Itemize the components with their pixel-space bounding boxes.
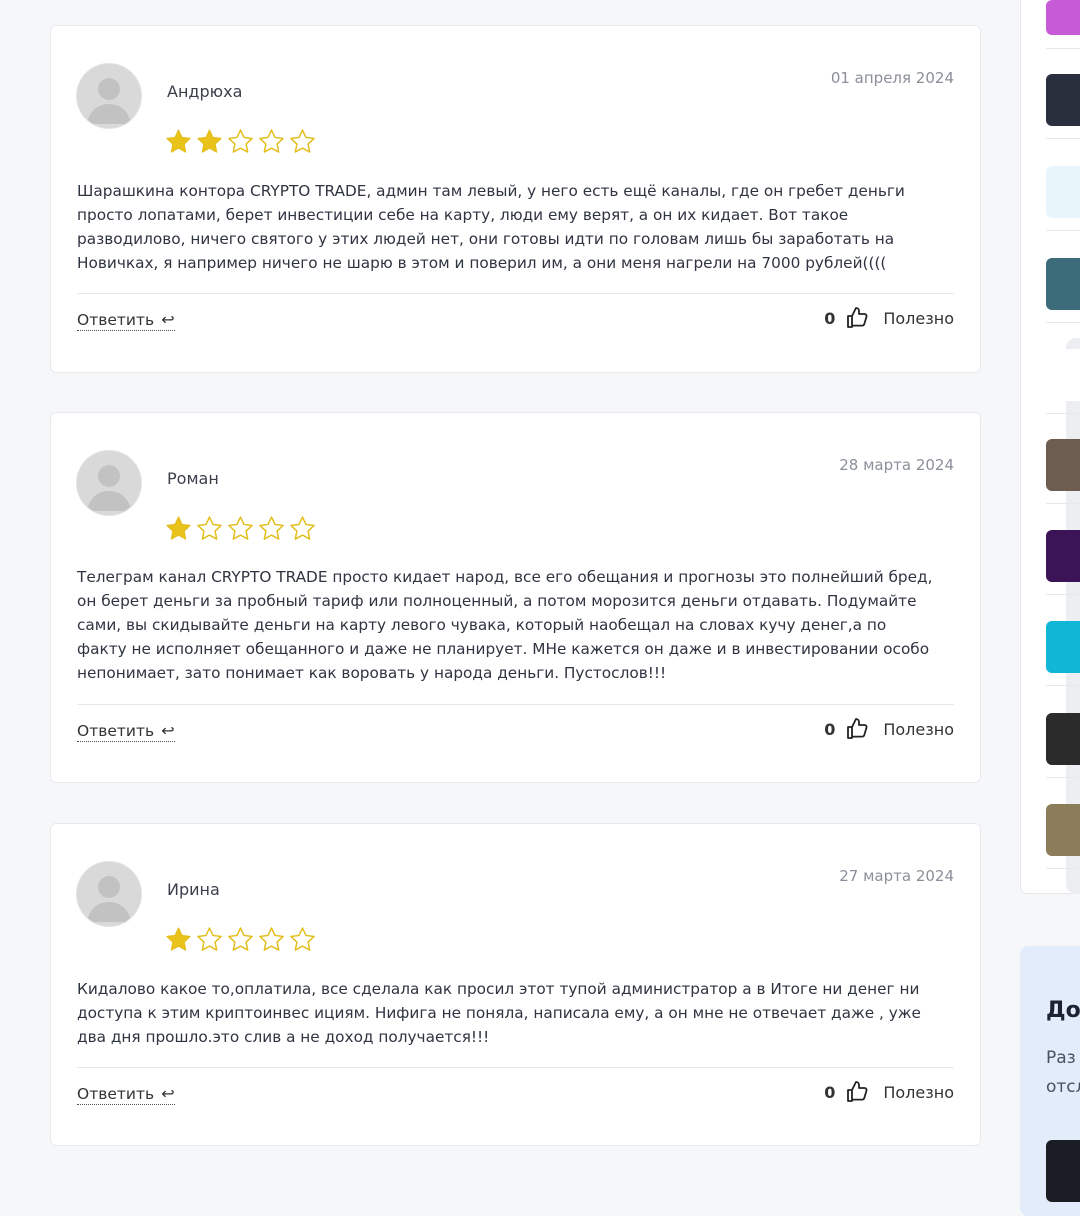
sidebar-divider bbox=[1046, 503, 1080, 504]
reply-button[interactable]: Ответить ↩ bbox=[77, 310, 175, 331]
reply-label: Ответить bbox=[77, 311, 155, 329]
reply-button[interactable]: Ответить ↩ bbox=[77, 1084, 175, 1105]
sidebar-item-channel-thumb-1[interactable] bbox=[1046, 0, 1080, 35]
sidebar-divider bbox=[1046, 230, 1080, 231]
promo-text: Раз отсл bbox=[1046, 1044, 1080, 1102]
sidebar-divider bbox=[1046, 48, 1080, 49]
sidebar-divider bbox=[1046, 685, 1080, 686]
useful-vote: 0 Полезно bbox=[824, 1080, 954, 1104]
promo-button[interactable] bbox=[1046, 1140, 1080, 1202]
reply-arrow-icon: ↩ bbox=[156, 721, 175, 740]
sidebar-item-channel-thumb-6[interactable] bbox=[1046, 439, 1080, 491]
star-filled-icon bbox=[166, 927, 191, 951]
star-outline-icon bbox=[197, 516, 222, 540]
useful-count: 0 bbox=[824, 1082, 836, 1102]
sidebar-divider bbox=[1046, 138, 1080, 139]
avatar bbox=[77, 862, 141, 926]
sidebar-item-channel-thumb-3[interactable] bbox=[1046, 166, 1080, 218]
sidebar-item-channel-thumb-4[interactable] bbox=[1046, 258, 1080, 310]
review-text: Кидалово какое то,оплатила, все сделала … bbox=[77, 980, 921, 1046]
reply-arrow-icon: ↩ bbox=[156, 1084, 175, 1103]
sidebar-item-channel-thumb-7[interactable] bbox=[1046, 530, 1080, 582]
sidebar-divider bbox=[1046, 868, 1080, 869]
review-card: Роман 28 марта 2024 Телеграм канал CRYPT… bbox=[50, 412, 981, 783]
rating-stars bbox=[165, 515, 316, 542]
review-author: Андрюха bbox=[167, 82, 243, 101]
star-outline-icon bbox=[228, 927, 253, 951]
avatar bbox=[77, 451, 141, 515]
promo-title: До bbox=[1046, 998, 1080, 1023]
sidebar-item-channel-thumb-9[interactable] bbox=[1046, 713, 1080, 765]
reply-label: Ответить bbox=[77, 722, 155, 740]
user-placeholder-icon bbox=[77, 64, 141, 128]
review-text: Телеграм канал CRYPTO TRADE просто кидае… bbox=[77, 568, 933, 682]
reply-arrow-icon: ↩ bbox=[156, 310, 175, 329]
star-outline-icon bbox=[259, 927, 284, 951]
rating-stars bbox=[165, 128, 316, 155]
user-placeholder-icon bbox=[77, 451, 141, 515]
review-author: Ирина bbox=[167, 880, 220, 899]
review-text: Шарашкина контора CRYPTO TRADE, админ та… bbox=[77, 182, 905, 272]
avatar bbox=[77, 64, 141, 128]
star-filled-icon bbox=[166, 516, 191, 540]
review-author: Роман bbox=[167, 469, 219, 488]
useful-vote: 0 Полезно bbox=[824, 306, 954, 330]
review-card: Ирина 27 марта 2024 Кидалово какое то,оп… bbox=[50, 823, 981, 1146]
star-outline-icon bbox=[290, 129, 315, 153]
sidebar-divider bbox=[1046, 594, 1080, 595]
thumbs-up-icon[interactable] bbox=[845, 717, 869, 741]
thumbs-up-icon[interactable] bbox=[845, 306, 869, 330]
review-date: 27 марта 2024 bbox=[839, 867, 954, 885]
promo-block: До Раз отсл bbox=[1020, 946, 1080, 1216]
star-outline-icon bbox=[259, 129, 284, 153]
useful-button[interactable]: Полезно bbox=[883, 720, 954, 739]
review-card: Андрюха 01 апреля 2024 Шарашкина контора… bbox=[50, 25, 981, 373]
sidebar-item-channel-thumb-5[interactable] bbox=[1046, 349, 1080, 401]
sidebar-item-channel-thumb-10[interactable] bbox=[1046, 804, 1080, 856]
star-filled-icon bbox=[166, 129, 191, 153]
star-outline-icon bbox=[290, 927, 315, 951]
promo-text-line: отсл bbox=[1046, 1077, 1080, 1097]
sidebar-divider bbox=[1046, 322, 1080, 323]
star-outline-icon bbox=[290, 516, 315, 540]
rating-stars bbox=[165, 926, 316, 953]
star-outline-icon bbox=[228, 516, 253, 540]
sidebar-divider bbox=[1046, 413, 1080, 414]
divider bbox=[77, 704, 954, 705]
divider bbox=[77, 1067, 954, 1068]
reply-label: Ответить bbox=[77, 1085, 155, 1103]
divider bbox=[77, 293, 954, 294]
sidebar-item-channel-thumb-8[interactable] bbox=[1046, 621, 1080, 673]
review-date: 28 марта 2024 bbox=[839, 456, 954, 474]
useful-button[interactable]: Полезно bbox=[883, 1083, 954, 1102]
useful-count: 0 bbox=[824, 719, 836, 739]
star-outline-icon bbox=[197, 927, 222, 951]
user-placeholder-icon bbox=[77, 862, 141, 926]
sidebar-divider bbox=[1046, 777, 1080, 778]
star-outline-icon bbox=[228, 129, 253, 153]
thumbs-up-icon[interactable] bbox=[845, 1080, 869, 1104]
reply-button[interactable]: Ответить ↩ bbox=[77, 721, 175, 742]
useful-count: 0 bbox=[824, 308, 836, 328]
star-filled-icon bbox=[197, 129, 222, 153]
promo-text-line: Раз bbox=[1046, 1048, 1076, 1068]
sidebar-item-channel-thumb-2[interactable] bbox=[1046, 74, 1080, 126]
useful-vote: 0 Полезно bbox=[824, 717, 954, 741]
useful-button[interactable]: Полезно bbox=[883, 309, 954, 328]
star-outline-icon bbox=[259, 516, 284, 540]
review-date: 01 апреля 2024 bbox=[830, 69, 954, 87]
